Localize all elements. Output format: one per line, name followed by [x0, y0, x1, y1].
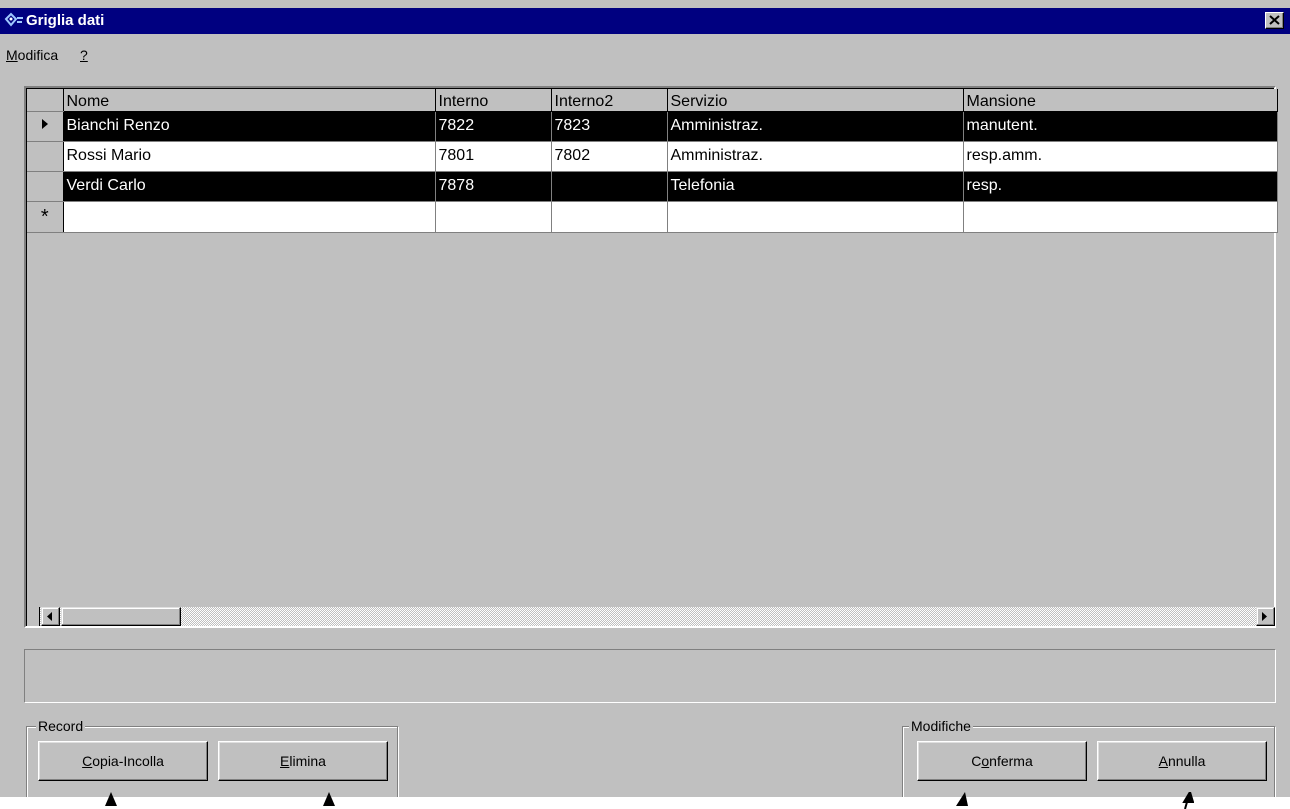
confirm-button[interactable]: Conferma [917, 741, 1087, 781]
cell-nome[interactable]: Rossi Mario [63, 141, 436, 172]
grid-body: Nome Interno Interno2 Servizio Mansione … [26, 88, 1278, 626]
row-selector[interactable] [27, 141, 64, 172]
scroll-right-button[interactable] [1256, 607, 1275, 626]
record-group-label: Record [36, 717, 86, 735]
column-header-nome[interactable]: Nome [63, 89, 436, 112]
cell-mansione[interactable]: manutent. [963, 111, 1278, 142]
copy-paste-accel: C [82, 753, 93, 769]
new-record-indicator[interactable]: * [27, 201, 64, 233]
menu-modifica-label: odifica [17, 47, 59, 63]
column-header-mansione[interactable]: Mansione [963, 89, 1278, 112]
row-selector[interactable] [27, 171, 64, 202]
scrollbar-split-box[interactable] [27, 607, 40, 626]
confirm-label-end: nferma [989, 753, 1033, 769]
column-header-interno[interactable]: Interno [435, 89, 552, 112]
callout-arrow-icon [956, 792, 968, 806]
menu-modifica[interactable]: Modifica [6, 47, 58, 63]
table-row[interactable]: Verdi Carlo 7878 Telefonia resp. [27, 171, 1278, 202]
cell-servizio[interactable] [667, 201, 964, 233]
delete-button[interactable]: Elimina [218, 741, 388, 781]
cell-mansione[interactable]: resp.amm. [963, 141, 1278, 172]
corner-cell[interactable] [27, 89, 64, 112]
cell-nome[interactable]: Verdi Carlo [63, 171, 436, 202]
new-record-row[interactable]: * [27, 201, 1278, 233]
cell-servizio[interactable]: Amministraz. [667, 141, 964, 172]
cell-mansione[interactable]: resp. [963, 171, 1278, 202]
scroll-thumb[interactable] [61, 607, 181, 626]
menu-modifica-accel: M [6, 47, 18, 63]
cell-interno2[interactable] [551, 201, 668, 233]
cell-interno[interactable] [435, 201, 552, 233]
copy-paste-button[interactable]: Copia-Incolla [38, 741, 208, 781]
confirm-label-start: C [971, 753, 982, 769]
confirm-accel: o [981, 753, 990, 769]
menu-help[interactable]: ? [80, 47, 88, 63]
cell-interno2[interactable]: 7823 [551, 111, 668, 142]
column-header-servizio[interactable]: Servizio [667, 89, 964, 112]
cell-mansione[interactable] [963, 201, 1278, 233]
changes-group: Modifiche Conferma Annulla [902, 717, 1275, 797]
cell-nome[interactable]: Bianchi Renzo [63, 111, 436, 142]
data-grid[interactable]: Nome Interno Interno2 Servizio Mansione … [24, 86, 1278, 628]
grid-table: Nome Interno Interno2 Servizio Mansione … [27, 89, 1278, 233]
current-row-indicator[interactable] [27, 111, 64, 142]
cell-interno[interactable]: 7801 [435, 141, 552, 172]
app-icon [4, 12, 23, 27]
app-window: Griglia dati Modifica ? Nome Interno Int… [0, 0, 1290, 797]
window-title: Griglia dati [26, 12, 105, 29]
cell-servizio[interactable]: Telefonia [667, 171, 964, 202]
current-record-icon [41, 119, 48, 129]
cell-servizio[interactable]: Amministraz. [667, 111, 964, 142]
table-row[interactable]: Bianchi Renzo 7822 7823 Amministraz. man… [27, 111, 1278, 142]
callout-arrow-icon [1182, 792, 1194, 809]
delete-label: limina [289, 753, 326, 769]
record-group: Record Copia-Incolla Elimina [26, 717, 398, 797]
close-icon [1269, 15, 1280, 25]
arrow-right-icon [1262, 612, 1267, 621]
callout-arrow-icon [105, 792, 117, 806]
table-row[interactable]: Rossi Mario 7801 7802 Amministraz. resp.… [27, 141, 1278, 172]
delete-accel: E [280, 753, 290, 769]
title-bar[interactable]: Griglia dati [0, 8, 1290, 34]
column-header-interno2[interactable]: Interno2 [551, 89, 668, 112]
cell-interno[interactable]: 7822 [435, 111, 552, 142]
cell-interno[interactable]: 7878 [435, 171, 552, 202]
menu-help-label: ? [80, 47, 88, 63]
cancel-accel: A [1158, 753, 1168, 769]
changes-group-label: Modifiche [909, 717, 973, 735]
copy-paste-label: opia-Incolla [92, 753, 164, 769]
cell-nome[interactable] [63, 201, 436, 233]
cancel-button[interactable]: Annulla [1097, 741, 1267, 781]
grid-header-row: Nome Interno Interno2 Servizio Mansione [27, 89, 1278, 112]
horizontal-scrollbar[interactable] [27, 607, 1275, 626]
cancel-label: nnulla [1167, 753, 1206, 769]
menu-bar: Modifica ? [0, 34, 1290, 74]
arrow-left-icon [47, 612, 52, 621]
status-panel [24, 649, 1276, 703]
callout-arrow-icon [323, 792, 335, 806]
cell-interno2[interactable]: 7802 [551, 141, 668, 172]
cell-interno2[interactable] [551, 171, 668, 202]
close-button[interactable] [1265, 12, 1284, 29]
scroll-left-button[interactable] [41, 607, 60, 626]
